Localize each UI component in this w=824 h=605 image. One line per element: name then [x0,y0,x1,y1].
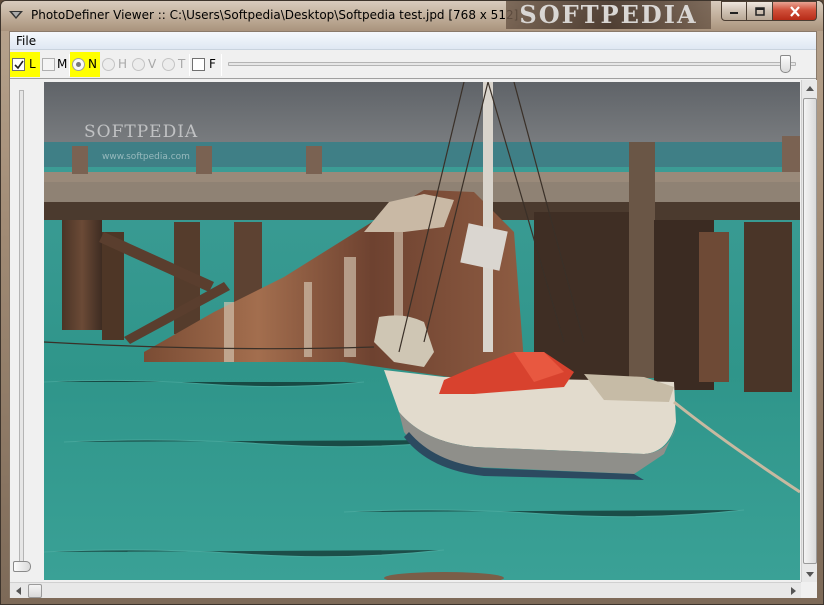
vertical-scroll-thumb[interactable] [803,98,817,564]
label-h: H [118,57,128,71]
maximize-button[interactable] [747,1,773,21]
vertical-slider-track[interactable] [19,90,24,568]
arrow-right-icon [790,587,796,595]
checkbox-f[interactable] [192,58,205,71]
vertical-scrollbar[interactable] [801,80,817,582]
zoom-slider-track[interactable] [228,62,796,66]
client-area: File L M N H V T F SOFTPEDIA www.softped… [9,31,817,598]
label-t: T [178,57,186,71]
checkmark-icon [13,60,24,69]
vertical-slider-thumb[interactable] [13,561,31,572]
close-button[interactable] [773,1,817,21]
scroll-up-button[interactable] [802,80,818,96]
checkbox-l[interactable] [12,58,25,71]
scroll-down-button[interactable] [802,566,818,582]
label-f: F [209,57,216,71]
title-bar[interactable]: PhotoDefiner Viewer :: C:\Users\Softpedi… [1,1,823,31]
toolbar-separator [189,54,190,76]
app-window: PhotoDefiner Viewer :: C:\Users\Softpedi… [0,0,824,605]
window-menu-icon[interactable] [9,11,23,20]
toolbar-separator [221,54,222,76]
maximize-icon [754,6,765,16]
photo-image [44,82,800,580]
zoom-slider-thumb[interactable] [780,55,791,73]
arrow-down-icon [806,571,814,577]
label-v: V [148,57,157,71]
arrow-up-icon [806,85,814,91]
minimize-icon [730,12,738,14]
radio-t[interactable] [162,58,175,71]
toolbar: L M N H V T F [10,51,816,79]
image-viewport[interactable]: SOFTPEDIA www.softpedia.com [44,82,800,580]
radio-v[interactable] [132,58,145,71]
menu-file[interactable]: File [16,34,36,48]
menu-bar: File [10,32,816,50]
label-n: N [88,57,97,71]
label-m: M [57,57,68,71]
minimize-button[interactable] [721,1,747,21]
vertical-slider [10,80,40,580]
label-l: L [29,57,36,71]
title-watermark: SOFTPEDIA [506,1,711,29]
horizontal-scroll-thumb[interactable] [28,584,42,598]
horizontal-scrollbar[interactable] [10,582,801,598]
scroll-right-button[interactable] [785,583,801,599]
window-title: PhotoDefiner Viewer :: C:\Users\Softpedi… [31,8,519,22]
radio-n[interactable] [72,58,85,71]
scrollbar-corner [801,582,817,598]
checkbox-m[interactable] [42,58,55,71]
close-icon [789,5,800,17]
arrow-left-icon [15,587,21,595]
radio-h[interactable] [102,58,115,71]
scroll-left-button[interactable] [10,583,26,599]
